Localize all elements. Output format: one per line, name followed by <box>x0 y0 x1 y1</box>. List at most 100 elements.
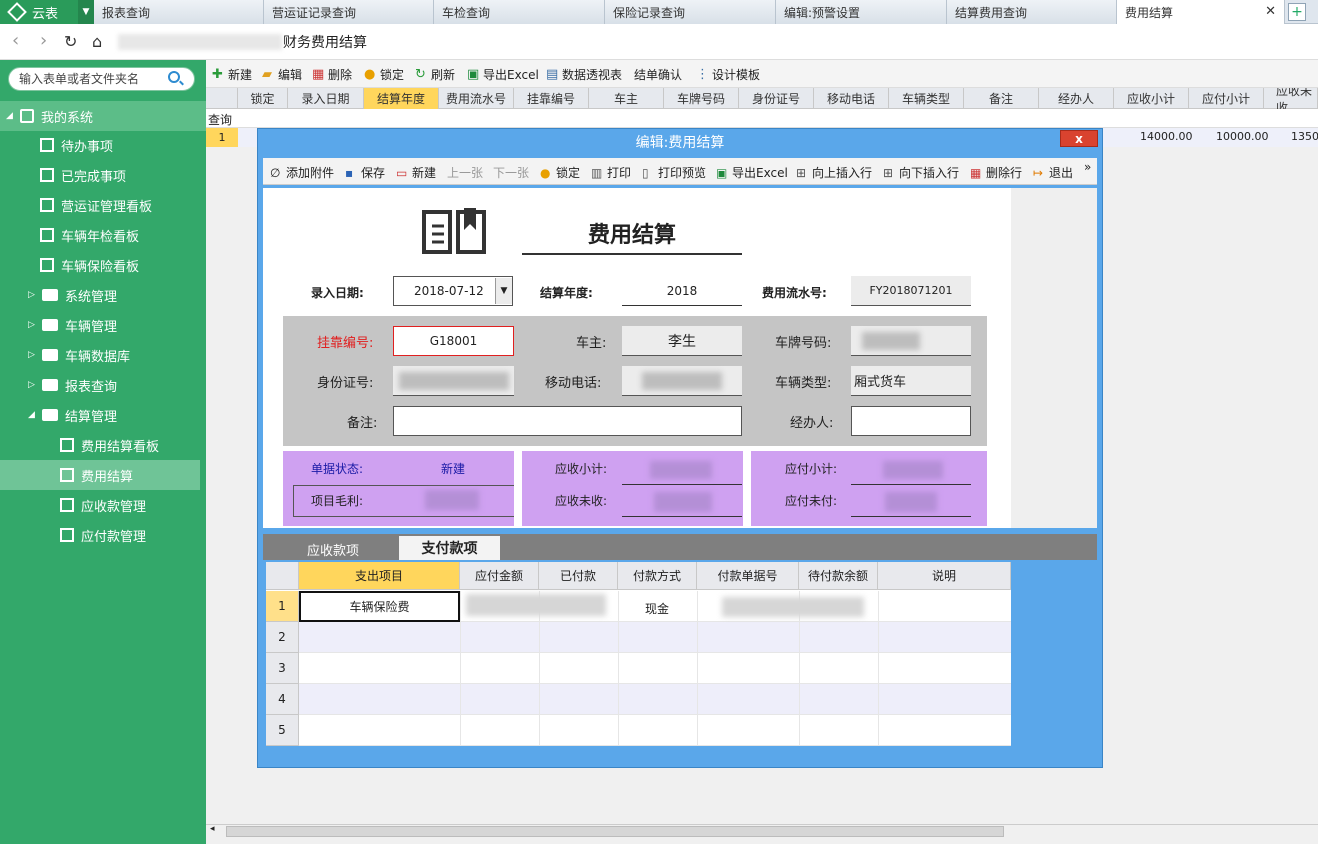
table-row[interactable] <box>299 684 1011 715</box>
table-row[interactable] <box>299 715 1011 746</box>
col-header[interactable]: 备注 <box>964 88 1039 109</box>
col-header[interactable]: 说明 <box>878 562 1011 590</box>
table-cell[interactable]: 13500 <box>1291 130 1318 143</box>
exit-button[interactable]: ↦退出 <box>1033 164 1073 181</box>
insert-row-above-button[interactable]: ⊞向上插入行 <box>796 164 872 181</box>
tab-insurance-query[interactable]: 保险记录查询 <box>605 0 776 24</box>
col-header[interactable]: 应收未收 <box>1264 88 1318 109</box>
year-field[interactable]: 2018 <box>622 276 742 306</box>
col-header[interactable]: 车主 <box>589 88 664 109</box>
col-header[interactable]: 挂靠编号 <box>514 88 589 109</box>
sidebar-item-todo[interactable]: 待办事项 <box>0 130 206 160</box>
tab-report-query[interactable]: 报表查询 <box>94 0 264 24</box>
search-input[interactable]: 输入表单或者文件夹名 <box>8 67 195 91</box>
delete-row-button[interactable]: ▦删除行 <box>970 164 1022 181</box>
expense-item-cell[interactable]: 车辆保险费 <box>299 591 460 622</box>
sidebar-item-done[interactable]: 已完成事项 <box>0 160 206 190</box>
lock-button[interactable]: ●锁定 <box>364 66 404 83</box>
sidebar-item-payables[interactable]: 应付款管理 <box>0 520 206 550</box>
new-button[interactable]: ✚新建 <box>212 66 252 83</box>
print-button[interactable]: ▥打印 <box>591 164 631 181</box>
sidebar-item-settlement[interactable]: ◢结算管理 <box>0 400 206 430</box>
sidebar-item-expense-board[interactable]: 费用结算看板 <box>0 430 206 460</box>
pivot-table-button[interactable]: ▤数据透视表 <box>546 66 622 83</box>
attach-button[interactable]: ∅添加附件 <box>270 164 334 181</box>
tab-expense-settlement[interactable]: 费用结算✕ <box>1117 0 1285 24</box>
forward-icon[interactable]: › <box>40 30 47 51</box>
remark-field[interactable] <box>393 406 742 436</box>
sidebar-item-reports[interactable]: ▷报表查询 <box>0 370 206 400</box>
owner-field[interactable]: 李生 <box>622 326 742 356</box>
row-number[interactable]: 5 <box>266 715 299 746</box>
tab-payables[interactable]: 支付款项 <box>399 536 500 560</box>
table-cell[interactable]: 14000.00 <box>1140 130 1193 143</box>
sidebar-item-receivables[interactable]: 应收款管理 <box>0 490 206 520</box>
brand-menu[interactable]: 云表 ▼ <box>0 0 94 24</box>
id-field[interactable] <box>393 366 514 396</box>
vehicle-type-field[interactable]: 厢式货车 <box>851 366 971 396</box>
scrollbar-thumb[interactable] <box>226 826 1004 837</box>
home-icon[interactable]: ⌂ <box>92 32 102 51</box>
col-header[interactable]: 车牌号码 <box>664 88 739 109</box>
tab-inspection-query[interactable]: 车检查询 <box>434 0 605 24</box>
row-number[interactable]: 2 <box>266 622 299 653</box>
save-button[interactable]: ▪保存 <box>345 164 385 181</box>
sidebar-item-system[interactable]: ▷系统管理 <box>0 280 206 310</box>
lock-form-button[interactable]: ●锁定 <box>540 164 580 181</box>
sidebar-root-my-system[interactable]: ◢我的系统 <box>0 101 206 131</box>
table-row[interactable] <box>299 622 1011 653</box>
close-settlement-button[interactable]: 结单确认 <box>634 66 682 83</box>
scroll-left-icon[interactable]: ◂ <box>210 824 215 834</box>
close-icon[interactable]: ✕ <box>1265 4 1276 19</box>
col-header[interactable]: 待付款余额 <box>799 562 878 590</box>
tab-settlement-query[interactable]: 结算费用查询 <box>947 0 1117 24</box>
col-header[interactable]: 身份证号 <box>739 88 814 109</box>
new-form-button[interactable]: ▭新建 <box>396 164 436 181</box>
row-number[interactable]: 1 <box>206 128 238 147</box>
back-icon[interactable]: ‹ <box>12 30 19 51</box>
search-icon[interactable] <box>168 71 180 83</box>
chevron-down-icon[interactable]: ▼ <box>78 0 94 24</box>
affiliation-field[interactable]: G18001 <box>393 326 514 356</box>
print-preview-button[interactable]: ▯打印预览 <box>642 164 706 181</box>
more-toolbar-button[interactable]: » <box>1084 160 1091 174</box>
col-header[interactable]: 应付金额 <box>460 562 539 590</box>
row-number[interactable]: 1 <box>266 591 299 622</box>
col-header[interactable]: 结算年度 <box>364 88 439 109</box>
sidebar-item-vehicles[interactable]: ▷车辆管理 <box>0 310 206 340</box>
refresh-button[interactable]: ↻刷新 <box>415 66 455 83</box>
tab-receivables[interactable]: 应收款项 <box>289 538 377 560</box>
phone-field[interactable] <box>622 366 742 396</box>
refresh-icon[interactable]: ↻ <box>64 32 77 51</box>
prev-record-button[interactable]: 上一张 <box>447 164 483 181</box>
edit-button[interactable]: ▰编辑 <box>262 66 302 83</box>
payment-method-cell[interactable]: 现金 <box>645 600 669 617</box>
col-header[interactable]: 经办人 <box>1039 88 1114 109</box>
table-cell[interactable]: 10000.00 <box>1216 130 1269 143</box>
tab-alert-settings[interactable]: 编辑:预警设置 <box>776 0 947 24</box>
insert-row-below-button[interactable]: ⊞向下插入行 <box>883 164 959 181</box>
col-header[interactable]: 应付小计 <box>1189 88 1264 109</box>
col-header[interactable]: 付款单据号 <box>697 562 799 590</box>
col-header[interactable]: 付款方式 <box>618 562 697 590</box>
close-button[interactable]: x <box>1060 130 1098 147</box>
col-header[interactable]: 应收小计 <box>1114 88 1189 109</box>
col-header[interactable]: 已付款 <box>539 562 618 590</box>
query-row[interactable] <box>206 109 1318 128</box>
delete-button[interactable]: ▦删除 <box>312 66 352 83</box>
col-header[interactable]: 支出项目 <box>299 562 460 590</box>
expand-icon[interactable]: ▷ <box>28 320 36 330</box>
handler-field[interactable] <box>851 406 971 436</box>
table-row[interactable] <box>299 653 1011 684</box>
col-header[interactable]: 费用流水号 <box>439 88 514 109</box>
sidebar-item-vehicle-db[interactable]: ▷车辆数据库 <box>0 340 206 370</box>
row-number[interactable]: 3 <box>266 653 299 684</box>
expand-icon[interactable]: ▷ <box>28 290 36 300</box>
plate-field[interactable] <box>851 326 971 356</box>
export-excel-button[interactable]: ▣导出Excel <box>716 164 788 181</box>
tab-permit-query[interactable]: 营运证记录查询 <box>264 0 434 24</box>
sidebar-item-permit-board[interactable]: 营运证管理看板 <box>0 190 206 220</box>
col-header[interactable]: 车辆类型 <box>889 88 964 109</box>
expand-icon[interactable]: ▷ <box>28 350 36 360</box>
add-tab-icon[interactable]: + <box>1288 3 1306 21</box>
